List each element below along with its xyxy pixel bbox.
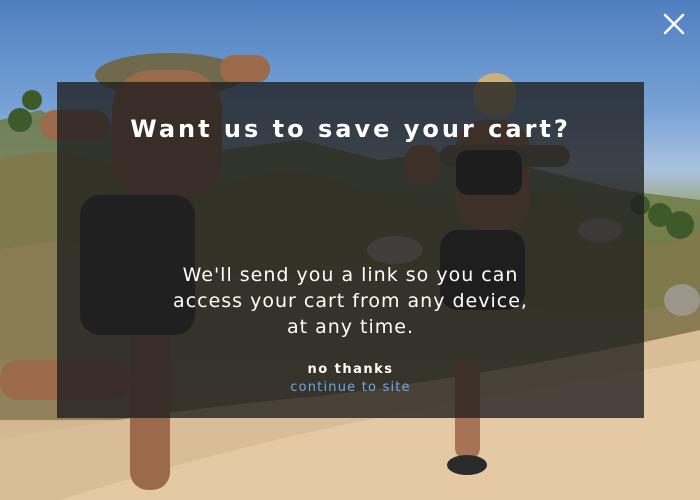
close-button[interactable] (658, 8, 690, 40)
close-icon (663, 13, 685, 35)
continue-to-site-link[interactable]: continue to site (57, 380, 644, 395)
modal-title: Want us to save your cart? (130, 115, 571, 143)
save-cart-modal: Want us to save your cart? We'll send yo… (57, 82, 644, 418)
no-thanks-button[interactable]: no thanks (57, 362, 644, 377)
modal-message-line: access your cart from any device, (173, 290, 528, 312)
modal-message-line: at any time. (286, 316, 415, 338)
modal-message-line: We'll send you a link so you can (182, 264, 519, 286)
modal-message: We'll send you a link so you can access … (117, 262, 584, 340)
